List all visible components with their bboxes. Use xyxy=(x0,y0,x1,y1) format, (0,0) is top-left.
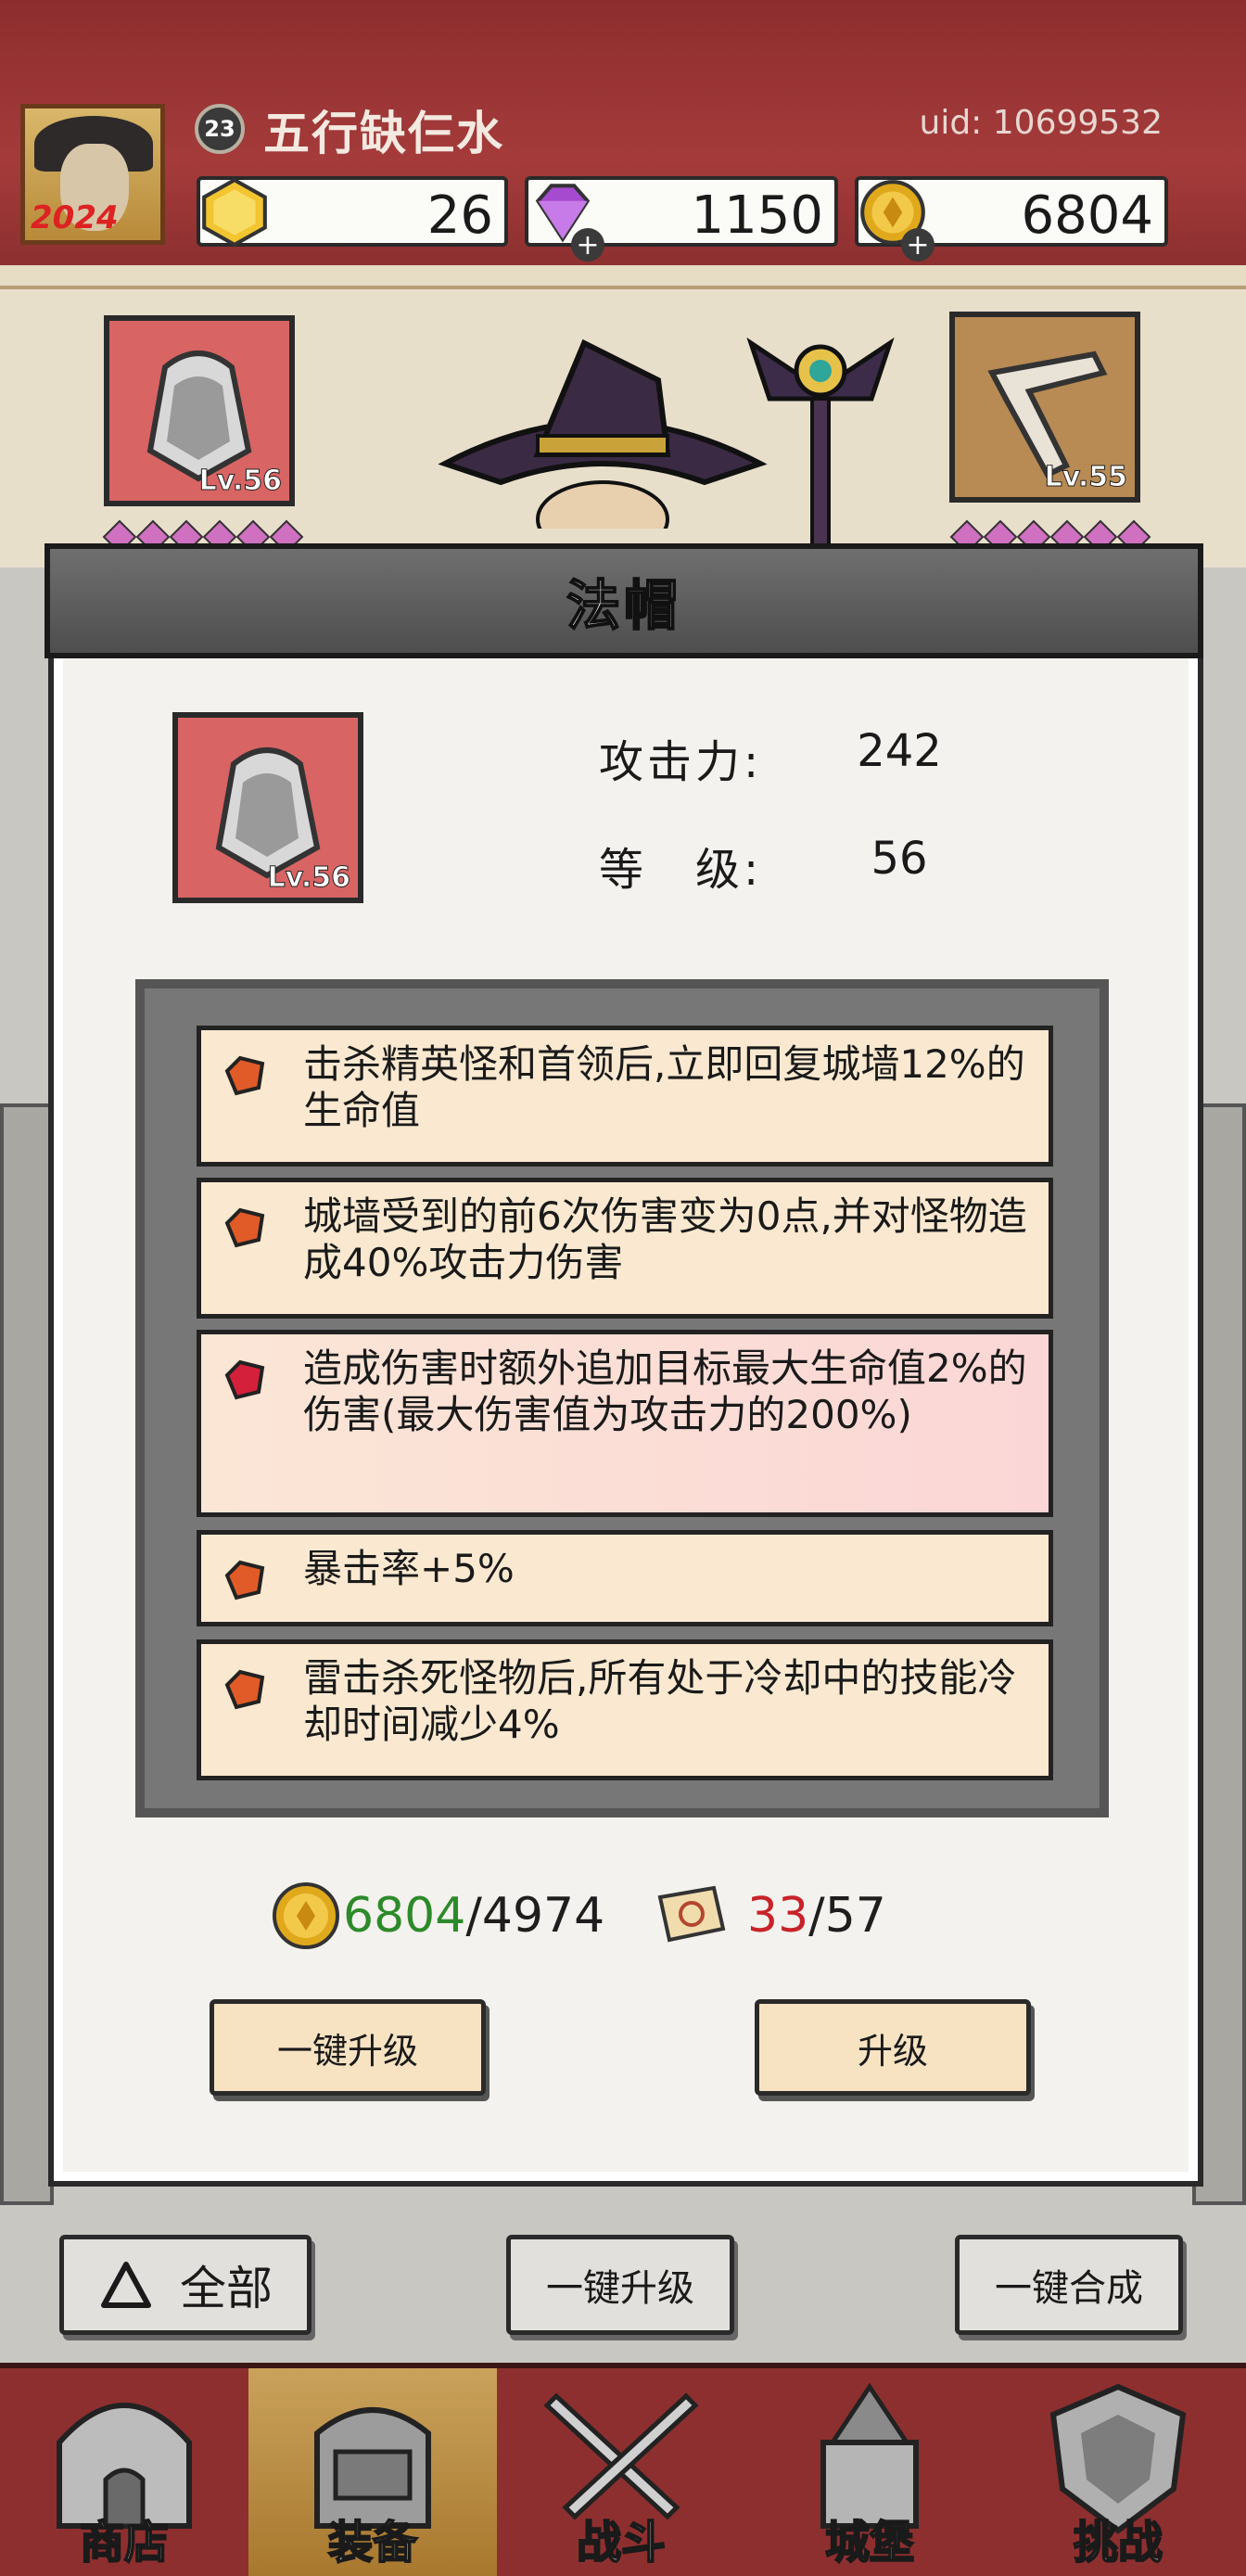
triangle-filter-icon xyxy=(101,2262,151,2308)
skill-item: 雷击杀死怪物后,所有处于冷却中的技能冷却时间减少4% xyxy=(197,1639,1053,1780)
resource-diamonds-value: 1150 xyxy=(691,185,823,246)
resource-gems-value: 26 xyxy=(426,185,493,246)
gold-coin-icon xyxy=(273,1882,339,1949)
gem-yellow-icon xyxy=(202,177,267,248)
gold-cost: 6804 /4974 xyxy=(269,1879,604,1953)
orange-gem-icon xyxy=(224,1207,265,1248)
player-name: 五行缺仨水 xyxy=(263,107,504,160)
nav-label-battle: 战斗 xyxy=(576,2516,667,2570)
resource-gems: 26 xyxy=(197,176,508,248)
attack-value: 242 xyxy=(857,725,942,777)
nav-label-challenge: 挑战 xyxy=(1073,2516,1163,2570)
equip-slot-hat-level: Lv.56 xyxy=(198,465,282,498)
skill-text: 城墙受到的前6次伤害变为0点,并对怪物造成40%攻击力伤害 xyxy=(303,1193,1027,1285)
nav-label-equipment: 装备 xyxy=(327,2516,418,2570)
filter-all-label: 全部 xyxy=(180,2262,273,2315)
filter-all-button[interactable]: 全部 xyxy=(59,2235,312,2335)
left-side-panel xyxy=(0,1103,54,2205)
item-detail-level: Lv.56 xyxy=(267,861,350,895)
scroll-need: /57 xyxy=(808,1888,886,1944)
hero-staff-illustration xyxy=(746,337,895,556)
avatar-year-label: 2024 xyxy=(31,199,119,236)
resource-gold-value: 6804 xyxy=(1021,185,1153,246)
skill-item: 暴击率+5% xyxy=(197,1530,1053,1626)
nav-label-shop: 商店 xyxy=(79,2516,170,2570)
equip-slot-weapon-level: Lv.55 xyxy=(1044,461,1127,494)
skill-item: 城墙受到的前6次伤害变为0点,并对怪物造成40%攻击力伤害 xyxy=(197,1178,1053,1319)
add-gold-button[interactable]: + xyxy=(901,228,934,261)
equip-slot-weapon[interactable]: Lv.55 xyxy=(949,312,1140,503)
player-level-badge: 23 xyxy=(195,104,245,154)
skill-list: 击杀精英怪和首领后,立即回复城墙12%的生命值 城墙受到的前6次伤害变为0点,并… xyxy=(135,979,1109,1817)
scroll-icon xyxy=(657,1885,726,1943)
nav-tab-shop[interactable]: 商店 xyxy=(0,2368,248,2576)
modal-title: 法帽 xyxy=(566,573,681,638)
nav-tab-challenge[interactable]: 挑战 xyxy=(994,2368,1242,2576)
level-label: 等 级: xyxy=(599,844,763,896)
nav-tab-battle[interactable]: 战斗 xyxy=(497,2368,745,2576)
orange-gem-icon xyxy=(224,1055,265,1096)
nav-tab-castle[interactable]: 城堡 xyxy=(745,2368,994,2576)
item-detail-icon: Lv.56 xyxy=(172,712,363,903)
modal-title-bar: 法帽 xyxy=(44,543,1203,658)
top-header: 2024 23 五行缺仨水 uid: 10699532 26 + 1150 + … xyxy=(0,0,1246,289)
nav-tab-equipment[interactable]: 装备 xyxy=(248,2368,497,2576)
gold-have: 6804 xyxy=(343,1888,466,1944)
bottom-nav: 商店 装备 战斗 城堡 挑战 xyxy=(0,2363,1246,2576)
bulk-merge-button[interactable]: 一键合成 xyxy=(955,2235,1183,2335)
skill-text: 雷击杀死怪物后,所有处于冷却中的技能冷却时间减少4% xyxy=(303,1655,1017,1747)
red-gem-icon xyxy=(224,1359,265,1400)
level-value: 56 xyxy=(871,833,928,885)
skill-text: 暴击率+5% xyxy=(303,1546,515,1591)
orange-gem-icon xyxy=(224,1560,265,1600)
player-avatar[interactable]: 2024 xyxy=(20,104,165,245)
orange-gem-icon xyxy=(224,1669,265,1710)
hero-witch-hat-illustration xyxy=(438,338,768,529)
add-diamonds-button[interactable]: + xyxy=(571,228,604,261)
player-uid: uid: 10699532 xyxy=(919,104,1163,142)
attack-label: 攻击力: xyxy=(599,736,763,788)
skill-text: 造成伤害时额外追加目标最大生命值2%的伤害(最大伤害值为攻击力的200%) xyxy=(303,1345,1027,1437)
upgrade-button[interactable]: 升级 xyxy=(755,1999,1031,2096)
scroll-cost: 33 /57 xyxy=(649,1879,886,1953)
resource-gold[interactable]: + 6804 xyxy=(855,176,1168,261)
nav-label-castle: 城堡 xyxy=(824,2516,915,2570)
scroll-have: 33 xyxy=(747,1888,809,1944)
bulk-upgrade-button[interactable]: 一键升级 xyxy=(506,2235,734,2335)
gold-need: /4974 xyxy=(465,1888,605,1944)
skill-text: 击杀精英怪和首领后,立即回复城墙12%的生命值 xyxy=(303,1041,1025,1133)
skill-item: 击杀精英怪和首领后,立即回复城墙12%的生命值 xyxy=(197,1026,1053,1167)
resource-diamonds[interactable]: + 1150 xyxy=(525,176,838,261)
one-key-upgrade-button[interactable]: 一键升级 xyxy=(210,1999,486,2096)
skill-item: 造成伤害时额外追加目标最大生命值2%的伤害(最大伤害值为攻击力的200%) xyxy=(197,1330,1053,1517)
equip-slot-hat[interactable]: Lv.56 xyxy=(104,315,295,506)
